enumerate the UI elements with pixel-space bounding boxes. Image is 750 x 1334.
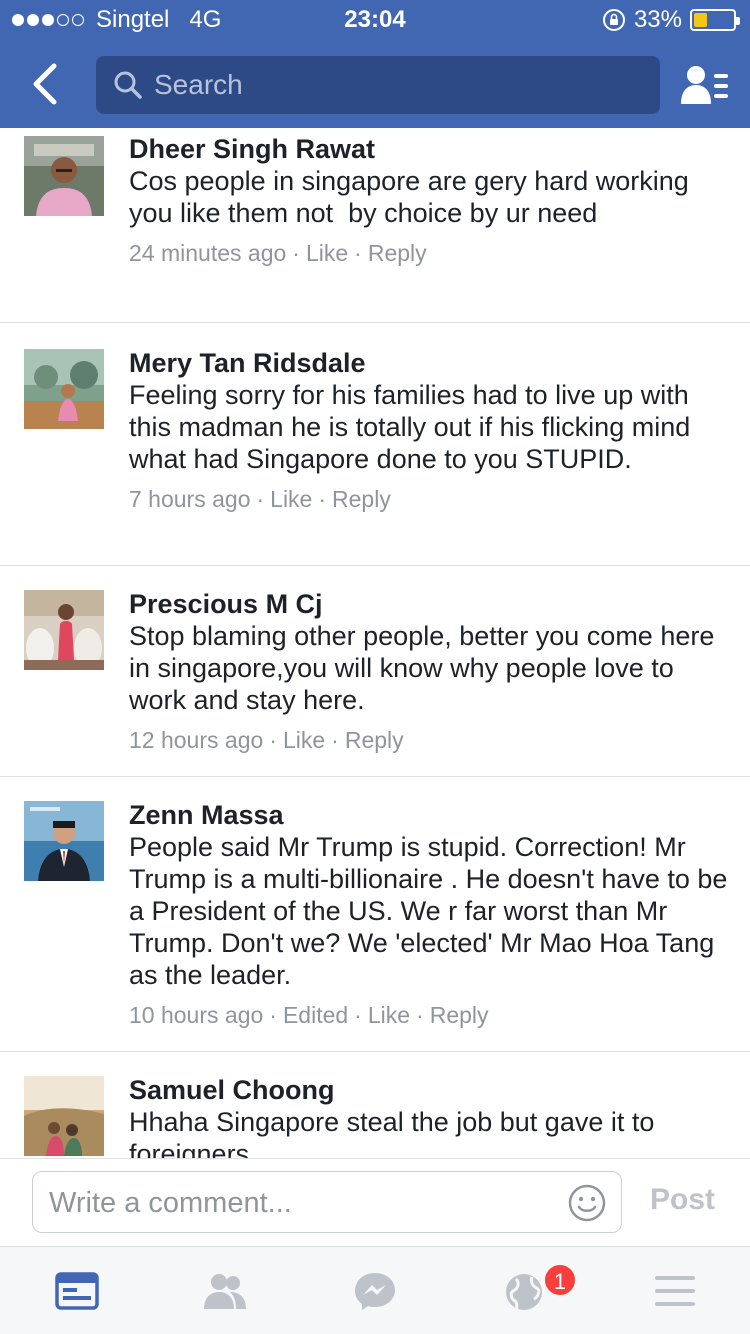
friend-requests-icon[interactable]	[202, 1271, 248, 1311]
navigation-bar	[0, 40, 750, 128]
notifications-globe-icon[interactable]	[502, 1271, 548, 1311]
comment-item: Dheer Singh Rawat Cos people in singapor…	[0, 128, 750, 323]
avatar[interactable]	[24, 349, 104, 429]
comment-meta: 12 hours ago · Like · Reply	[129, 727, 404, 753]
comment-text: Stop blaming other people, better you co…	[129, 621, 722, 715]
search-input[interactable]	[154, 64, 644, 106]
comment-item: Zenn Massa People said Mr Trump is stupi…	[0, 777, 750, 1052]
comment-time[interactable]: 7 hours ago	[129, 486, 250, 512]
post-button[interactable]: Post	[650, 1183, 715, 1217]
reply-link[interactable]: Reply	[332, 486, 391, 512]
comment-author[interactable]: Prescious M Cj	[129, 588, 730, 620]
comment-text: People said Mr Trump is stupid. Correcti…	[129, 832, 735, 990]
back-chevron-icon[interactable]	[28, 62, 62, 106]
like-link[interactable]: Like	[283, 727, 325, 753]
reply-link[interactable]: Reply	[345, 727, 404, 753]
battery-percent: 33%	[633, 6, 682, 33]
comment-meta: 7 hours ago · Like · Reply	[129, 486, 391, 512]
comment-meta: 10 hours ago · Edited · Like · Reply	[129, 1002, 489, 1028]
tab-bar: 1	[0, 1246, 750, 1334]
comment-text: Cos people in singapore are gery hard wo…	[129, 166, 697, 228]
comment-meta: 24 minutes ago · Like · Reply	[129, 240, 427, 266]
messenger-icon[interactable]	[352, 1271, 398, 1311]
like-link[interactable]: Like	[306, 240, 348, 266]
orientation-lock-icon	[602, 9, 625, 31]
edited-link[interactable]: Edited	[283, 1002, 348, 1028]
comment-item: Mery Tan Ridsdale Feeling sorry for his …	[0, 323, 750, 566]
avatar[interactable]	[24, 136, 104, 216]
like-link[interactable]: Like	[270, 486, 312, 512]
comment-box[interactable]	[32, 1171, 622, 1233]
search-icon	[114, 71, 142, 99]
avatar[interactable]	[24, 1076, 104, 1156]
comment-text: Feeling sorry for his families had to li…	[129, 380, 698, 474]
comment-item: Samuel Choong Hhaha Singapore steal the …	[0, 1052, 750, 1158]
app-header: Singtel 4G 23:04 33%	[0, 0, 750, 128]
reply-link[interactable]: Reply	[368, 240, 427, 266]
news-feed-icon[interactable]	[54, 1271, 100, 1311]
comment-author[interactable]: Samuel Choong	[129, 1074, 730, 1106]
menu-icon[interactable]	[652, 1271, 698, 1311]
avatar[interactable]	[24, 801, 104, 881]
comment-item: Prescious M Cj Stop blaming other people…	[0, 566, 750, 777]
battery-icon	[690, 9, 740, 31]
comment-input[interactable]	[49, 1182, 549, 1224]
comment-time[interactable]: 24 minutes ago	[129, 240, 286, 266]
status-right: 33%	[602, 6, 740, 34]
status-bar: Singtel 4G 23:04 33%	[0, 0, 750, 40]
comment-author[interactable]: Dheer Singh Rawat	[129, 133, 730, 165]
comment-composer: Post	[0, 1158, 750, 1246]
comment-time[interactable]: 10 hours ago	[129, 1002, 263, 1028]
comment-time[interactable]: 12 hours ago	[129, 727, 263, 753]
comment-author[interactable]: Mery Tan Ridsdale	[129, 347, 730, 379]
emoji-smiley-icon[interactable]	[567, 1183, 607, 1223]
comments-list: Dheer Singh Rawat Cos people in singapor…	[0, 128, 750, 1158]
like-link[interactable]: Like	[368, 1002, 410, 1028]
friends-list-icon[interactable]	[680, 64, 730, 108]
reply-link[interactable]: Reply	[430, 1002, 489, 1028]
battery-fill	[694, 13, 707, 27]
comment-author[interactable]: Zenn Massa	[129, 799, 730, 831]
avatar[interactable]	[24, 590, 104, 670]
comment-text: Hhaha Singapore steal the job but gave i…	[129, 1107, 662, 1158]
search-bar[interactable]	[96, 56, 660, 114]
notification-badge: 1	[543, 1263, 577, 1297]
